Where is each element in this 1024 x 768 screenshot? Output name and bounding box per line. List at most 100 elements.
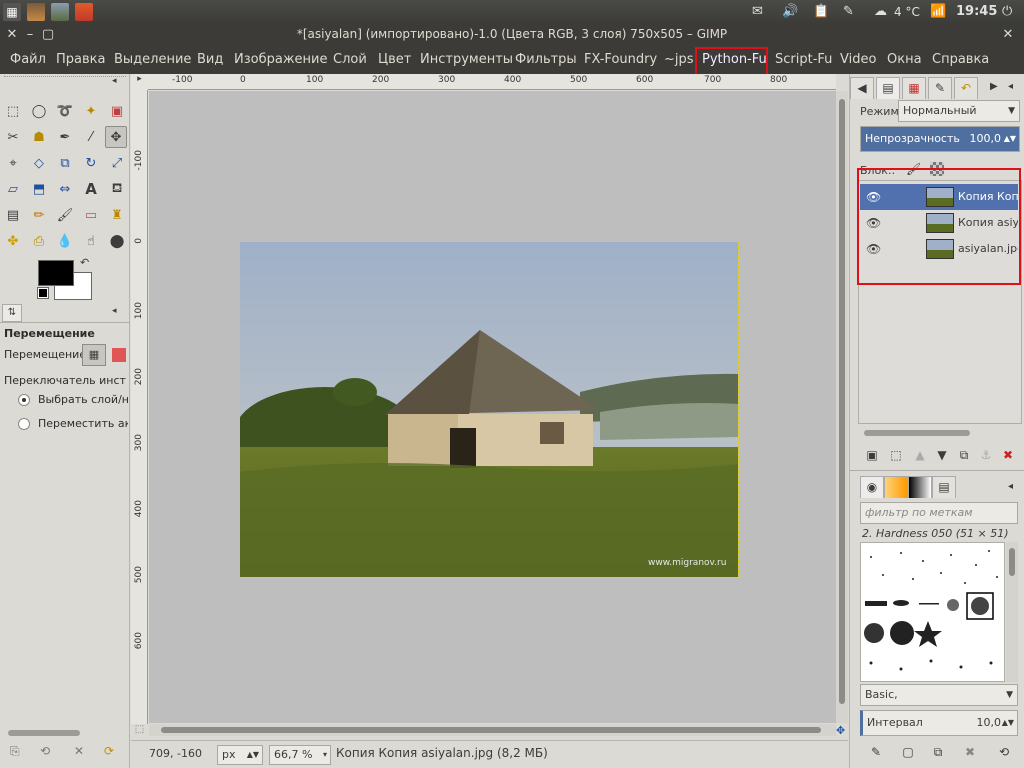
rect-select-icon[interactable]: ⬚ [2, 100, 24, 122]
volume-icon[interactable]: 🔊 [782, 3, 798, 21]
new-layer-icon[interactable]: ▣ [864, 447, 880, 463]
documents-tab-icon[interactable]: ▤ [932, 476, 956, 498]
undo-history-tab-icon[interactable]: ↶ [954, 77, 978, 99]
ink-icon[interactable]: ✤ [2, 230, 24, 252]
quick-mask-icon[interactable]: ⬚ [131, 724, 148, 738]
menu-fx-foundry[interactable]: FX-Foundry [584, 52, 657, 67]
clock[interactable]: 19:45 [956, 3, 997, 21]
pencil-icon[interactable]: ✏ [28, 204, 50, 226]
blend-icon[interactable]: ▤ [2, 204, 24, 226]
bucket-fill-icon[interactable]: ⛾ [106, 178, 128, 200]
menu-windows[interactable]: Окна [887, 52, 922, 67]
default-colors-icon[interactable] [37, 287, 49, 299]
image-viewer-launcher-icon[interactable] [51, 3, 69, 21]
perspective-icon[interactable]: ⬒ [28, 178, 50, 200]
brush-preset-select[interactable]: Basic, ▼ [860, 684, 1018, 706]
delete-brush-icon[interactable]: ✖ [962, 744, 978, 760]
foreground-color-swatch[interactable] [38, 260, 74, 286]
toolbox-scrollbar[interactable] [8, 730, 80, 736]
layers-scrollbar[interactable] [864, 430, 970, 436]
free-select-icon[interactable]: ➰ [54, 100, 76, 122]
power-icon[interactable]: ⏻ [1002, 3, 1012, 21]
canvas-horizontal-scrollbar[interactable] [149, 724, 836, 736]
menu-layer[interactable]: Слой [333, 52, 367, 67]
move-selection-toggle[interactable] [112, 348, 126, 362]
horizontal-ruler[interactable]: -100 0 100 200 300 400 500 600 700 800 [148, 74, 836, 90]
menu-file[interactable]: Файл [10, 52, 46, 67]
scale-icon[interactable]: ⤢ [106, 152, 128, 174]
app-menu-icon[interactable]: ▦ [3, 3, 21, 21]
paths-icon[interactable]: ✒ [54, 126, 76, 148]
vertical-ruler[interactable]: -100 0 100 200 300 400 500 600 [131, 90, 148, 724]
interval-slider[interactable]: Интервал 10,0 ▲▼ [860, 710, 1018, 736]
menu-colors[interactable]: Цвет [378, 52, 411, 67]
brushes-tab-icon[interactable]: ◉ [860, 476, 884, 498]
toolbox-menu-icon[interactable]: ◂ [112, 76, 117, 86]
firefox-launcher-icon[interactable] [75, 3, 93, 21]
menu-help[interactable]: Справка [932, 52, 989, 67]
dock-menu-icon[interactable]: ◂ [1008, 81, 1013, 92]
shear-icon[interactable]: ▱ [2, 178, 24, 200]
menu-edit[interactable]: Правка [56, 52, 105, 67]
fuzzy-select-icon[interactable]: ✦ [80, 100, 102, 122]
mail-icon[interactable]: ✉ [752, 3, 763, 21]
move-active-radio[interactable] [18, 418, 30, 430]
new-layer-group-icon[interactable]: ⬚ [888, 447, 904, 463]
brush-grid[interactable] [860, 542, 1005, 682]
dock-scroll-right-icon[interactable]: ▶ [990, 81, 998, 92]
menu-filters[interactable]: Фильтры [515, 52, 577, 67]
tool-options-menu-icon[interactable]: ◂ [112, 306, 117, 316]
tag-filter-input[interactable]: фильтр по меткам [860, 502, 1018, 524]
menu-video[interactable]: Video [840, 52, 876, 67]
clone-icon[interactable]: ⎙ [28, 230, 50, 252]
flip-icon[interactable]: ⇔ [54, 178, 76, 200]
rotate-icon[interactable]: ↻ [80, 152, 102, 174]
patterns-tab-icon[interactable] [884, 476, 908, 498]
restore-options-icon[interactable]: ⟲ [40, 744, 50, 758]
lower-layer-icon[interactable]: ▼ [934, 447, 950, 463]
edit-brush-icon[interactable]: ✎ [868, 744, 884, 760]
dock-toggle-icon[interactable]: ◀ [850, 77, 874, 99]
zoom-select[interactable]: 66,7 % ▾ [269, 745, 331, 765]
color-picker-icon[interactable]: ⁄ [80, 126, 102, 148]
window-close-right-icon[interactable]: ✕ [1000, 27, 1016, 43]
dodge-burn-icon[interactable]: ⬤ [106, 230, 128, 252]
tool-options-tab-icon[interactable]: ⇅ [2, 304, 22, 322]
pen-icon[interactable]: ✎ [843, 3, 854, 21]
clipboard-icon[interactable]: 📋 [813, 3, 829, 21]
spin-icon[interactable]: ▲▼ [1004, 127, 1016, 151]
refresh-brushes-icon[interactable]: ⟲ [996, 744, 1012, 760]
swap-colors-icon[interactable]: ↶ [80, 256, 89, 269]
foreground-select-icon[interactable]: ☗ [28, 126, 50, 148]
canvas-vertical-scrollbar[interactable] [836, 91, 848, 723]
move-tool-icon[interactable]: ✥ [105, 126, 127, 148]
brushes-menu-icon[interactable]: ◂ [1008, 481, 1013, 492]
scissors-icon[interactable]: ✂ [2, 126, 24, 148]
menu-tools[interactable]: Инструменты [420, 52, 513, 67]
eraser-icon[interactable]: ▭ [80, 204, 102, 226]
image-layer[interactable]: www.migranov.ru [239, 241, 739, 578]
blur-icon[interactable]: 💧 [54, 230, 76, 252]
mode-select[interactable]: Нормальный ▼ [898, 100, 1020, 122]
anchor-layer-icon[interactable]: ⚓ [978, 447, 994, 463]
toolbox-grip[interactable] [4, 76, 126, 82]
menu-script-fu[interactable]: Script-Fu [775, 52, 832, 67]
spin-icon[interactable]: ▲▼ [1002, 711, 1014, 735]
layers-tab-icon[interactable]: ▤ [876, 77, 900, 99]
unit-select[interactable]: px ▲▼ [217, 745, 263, 765]
paintbrush-icon[interactable]: 🖌 [54, 204, 76, 226]
reset-options-icon[interactable]: ⟳ [104, 744, 114, 758]
paths-tab-icon[interactable]: ✎ [928, 77, 952, 99]
wifi-icon[interactable]: 📶 [930, 3, 946, 21]
crop-icon[interactable]: ⧉ [54, 152, 76, 174]
delete-options-icon[interactable]: ✕ [74, 744, 84, 758]
airbrush-icon[interactable]: ♜ [106, 204, 128, 226]
save-options-icon[interactable]: ⎘ [10, 744, 20, 759]
menu-jps[interactable]: ~jps [664, 52, 694, 67]
channels-tab-icon[interactable]: ▦ [902, 77, 926, 99]
menu-view[interactable]: Вид [197, 52, 223, 67]
duplicate-brush-icon[interactable]: ⧉ [930, 744, 946, 760]
move-layer-toggle[interactable]: ▦ [82, 344, 106, 366]
duplicate-layer-icon[interactable]: ⧉ [956, 447, 972, 463]
menu-select[interactable]: Выделение [114, 52, 191, 67]
